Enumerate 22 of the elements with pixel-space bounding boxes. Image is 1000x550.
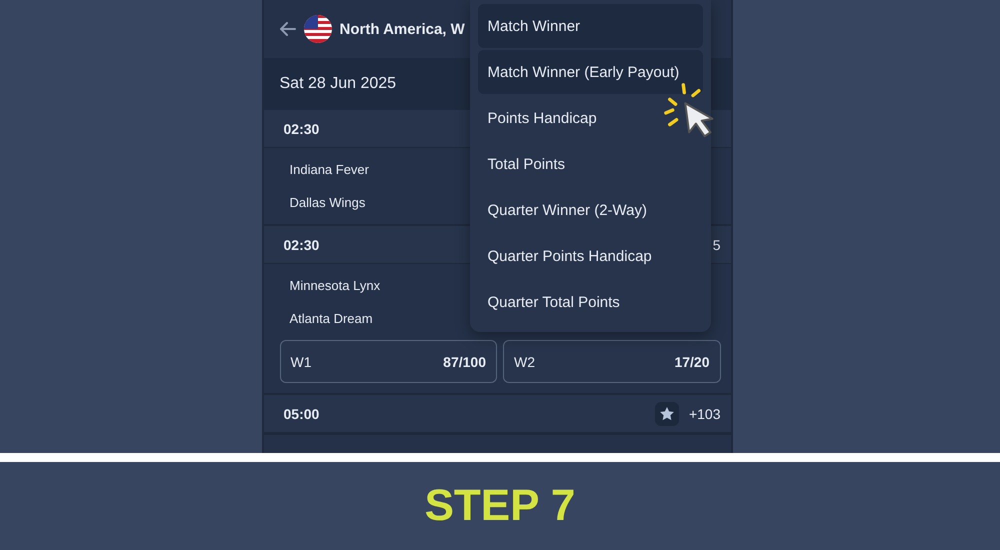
- match-time: 05:00: [284, 406, 320, 422]
- team-name: Dallas Wings: [290, 195, 366, 210]
- team-name: Indiana Fever: [290, 162, 369, 177]
- dropdown-option[interactable]: Total Points: [478, 142, 702, 186]
- step-heading: STEP 7: [424, 481, 576, 531]
- odds-button[interactable]: W1 87/100: [280, 340, 497, 383]
- flag-icon: [304, 15, 332, 43]
- odds-button[interactable]: W2 17/20: [503, 340, 720, 383]
- date-text: Sat 28 Jun 2025: [280, 75, 396, 93]
- team-name: Atlanta Dream: [290, 311, 373, 326]
- match-time: 02:30: [284, 120, 320, 136]
- match-time: 02:30: [284, 236, 320, 252]
- team-name: Minnesota Lynx: [290, 278, 380, 293]
- market-count[interactable]: +103: [688, 406, 720, 422]
- league-title: North America, W: [340, 20, 465, 38]
- market-count[interactable]: 5: [712, 236, 720, 252]
- dropdown-option[interactable]: Match Winner (Early Payout): [478, 50, 702, 94]
- dropdown-option[interactable]: Quarter Total Points: [478, 280, 702, 324]
- dropdown-option[interactable]: Quarter Points Handicap: [478, 234, 702, 278]
- back-arrow-icon[interactable]: [280, 22, 296, 36]
- dropdown-option[interactable]: Match Winner: [478, 4, 702, 48]
- dropdown-option[interactable]: Quarter Winner (2-Way): [478, 188, 702, 232]
